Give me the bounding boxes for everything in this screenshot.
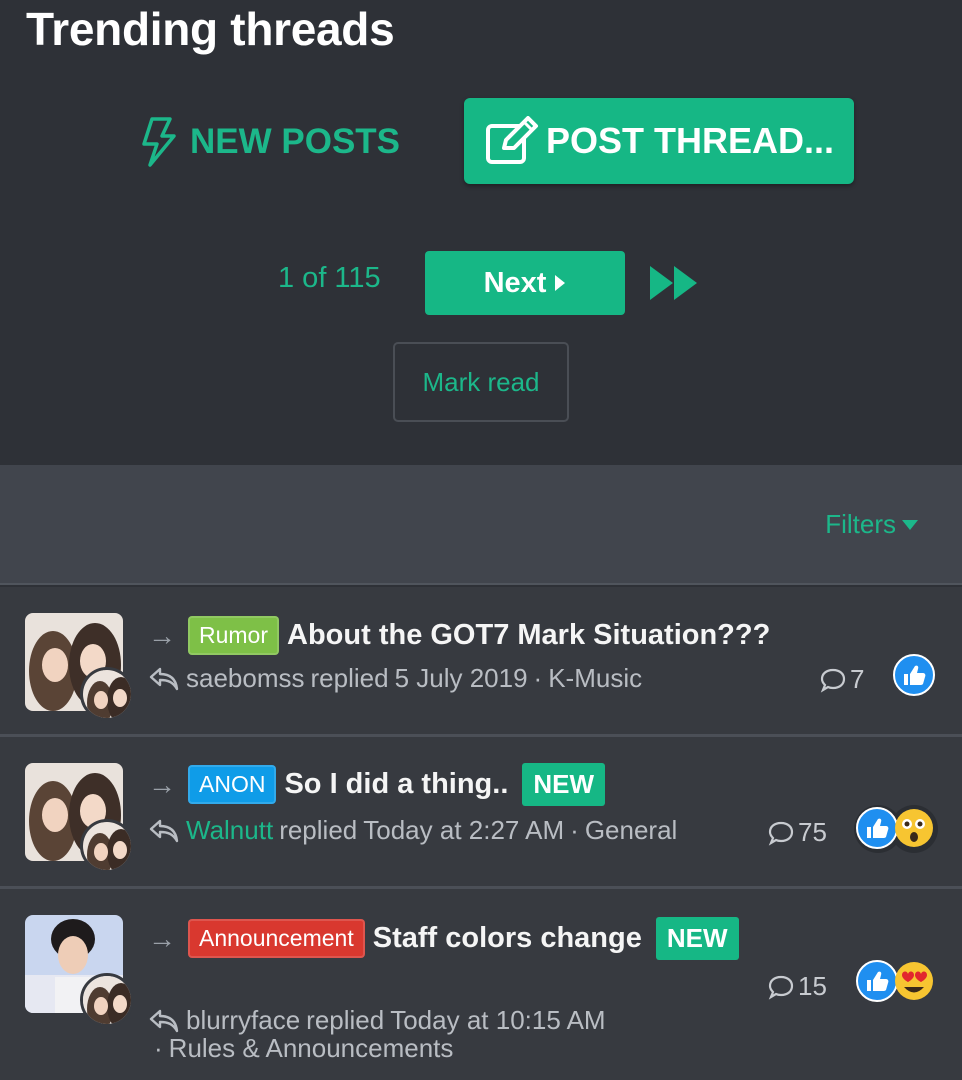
wow-icon bbox=[895, 809, 933, 847]
reply-date: 5 July 2019 bbox=[394, 663, 528, 693]
last-poster-name[interactable]: blurryface bbox=[186, 1005, 300, 1036]
thread-title-row: → Announcement Staff colors change NEW bbox=[148, 917, 739, 960]
thread-prefix[interactable]: Announcement bbox=[188, 919, 365, 958]
reply-count: 15 bbox=[768, 971, 827, 1002]
reply-count: 75 bbox=[768, 817, 827, 848]
new-posts-label: NEW POSTS bbox=[190, 122, 401, 161]
meta-separator: · bbox=[570, 815, 579, 845]
love-icon bbox=[895, 962, 933, 1000]
thread-prefix[interactable]: Rumor bbox=[188, 616, 280, 655]
reply-action: replied bbox=[306, 1005, 385, 1035]
reactions[interactable] bbox=[852, 957, 942, 1012]
thread-meta-forum: · Rules & Announcements bbox=[154, 1033, 453, 1064]
thread-title[interactable]: So I did a thing.. bbox=[284, 768, 508, 801]
comment-icon bbox=[768, 975, 794, 1000]
reply-date: Today at 10:15 AM bbox=[390, 1005, 606, 1035]
last-poster-avatar[interactable] bbox=[80, 667, 134, 721]
comment-icon bbox=[820, 668, 846, 693]
filter-bar: Filters bbox=[0, 465, 962, 585]
reactions[interactable] bbox=[892, 653, 936, 702]
page-title: Trending threads bbox=[26, 3, 395, 55]
filters-label: Filters bbox=[825, 509, 896, 539]
thread-title-row: → ANON So I did a thing.. NEW bbox=[148, 763, 606, 806]
caret-right-icon bbox=[555, 275, 566, 291]
like-icon bbox=[856, 807, 898, 849]
post-thread-label: POST THREAD... bbox=[545, 120, 835, 161]
last-page-button[interactable] bbox=[648, 264, 700, 307]
forum-name[interactable]: Rules & Announcements bbox=[169, 1033, 454, 1064]
thread-row[interactable]: → Announcement Staff colors change NEW b… bbox=[0, 889, 962, 1080]
reply-icon bbox=[149, 819, 179, 842]
caret-down-icon bbox=[902, 519, 918, 530]
header-section: Trending threads NEW POSTS POST THREAD..… bbox=[0, 0, 962, 465]
arrow-right-icon: → bbox=[148, 768, 176, 800]
lightning-icon bbox=[142, 117, 176, 167]
last-poster-name[interactable]: Walnutt bbox=[186, 815, 273, 846]
reply-count-value: 15 bbox=[798, 971, 827, 1001]
thread-title[interactable]: Staff colors change bbox=[373, 922, 642, 955]
reply-date: Today at 2:27 AM bbox=[363, 815, 565, 845]
mark-read-button[interactable]: Mark read bbox=[393, 342, 569, 422]
arrow-right-icon: → bbox=[148, 922, 176, 954]
reactions-icons bbox=[854, 805, 938, 853]
comment-icon bbox=[768, 821, 794, 846]
thread-title[interactable]: About the GOT7 Mark Situation??? bbox=[287, 619, 770, 652]
reply-count: 7 bbox=[820, 664, 864, 695]
meta-separator: · bbox=[533, 663, 543, 693]
thread-prefix[interactable]: ANON bbox=[188, 765, 277, 804]
post-thread-button[interactable]: POST THREAD... bbox=[464, 98, 854, 184]
reactions[interactable] bbox=[852, 803, 942, 862]
new-badge: NEW bbox=[522, 763, 606, 806]
like-icon bbox=[856, 960, 898, 1002]
next-page-button[interactable]: Next bbox=[425, 251, 625, 315]
last-poster-name[interactable]: saebomss bbox=[186, 663, 305, 694]
reply-icon bbox=[149, 667, 179, 690]
thread-meta: saebomss replied 5 July 2019 · K-Music bbox=[148, 663, 642, 694]
reply-action: replied bbox=[310, 663, 389, 693]
new-posts-button[interactable]: NEW POSTS bbox=[138, 112, 400, 172]
reactions-icons bbox=[856, 960, 933, 1002]
thread-title-row: → Rumor About the GOT7 Mark Situation??? bbox=[148, 616, 770, 655]
forum-name[interactable]: K-Music bbox=[548, 663, 642, 694]
thread-row[interactable]: → Rumor About the GOT7 Mark Situation???… bbox=[0, 587, 962, 737]
arrow-right-icon: → bbox=[148, 619, 176, 651]
thread-meta: Walnutt replied Today at 2:27 AM · Gener… bbox=[148, 815, 677, 846]
last-poster-avatar[interactable] bbox=[80, 819, 134, 873]
meta-separator: · bbox=[154, 1033, 163, 1063]
thread-row[interactable]: → ANON So I did a thing.. NEW Walnutt re… bbox=[0, 737, 962, 889]
reply-action: replied bbox=[279, 815, 358, 845]
reply-count-value: 75 bbox=[798, 817, 827, 847]
fast-forward-icon bbox=[650, 266, 697, 300]
edit-icon bbox=[485, 116, 538, 164]
reply-icon bbox=[149, 1009, 179, 1032]
thread-meta: blurryface replied Today at 10:15 AM bbox=[148, 1005, 606, 1036]
new-badge: NEW bbox=[655, 917, 739, 960]
page-counter: 1 of 115 bbox=[278, 262, 381, 294]
next-label: Next bbox=[483, 266, 547, 299]
filters-dropdown[interactable]: Filters bbox=[825, 509, 918, 540]
last-poster-avatar[interactable] bbox=[80, 973, 134, 1027]
like-icon bbox=[893, 654, 935, 696]
reply-count-value: 7 bbox=[850, 664, 865, 694]
forum-name[interactable]: General bbox=[585, 815, 678, 846]
